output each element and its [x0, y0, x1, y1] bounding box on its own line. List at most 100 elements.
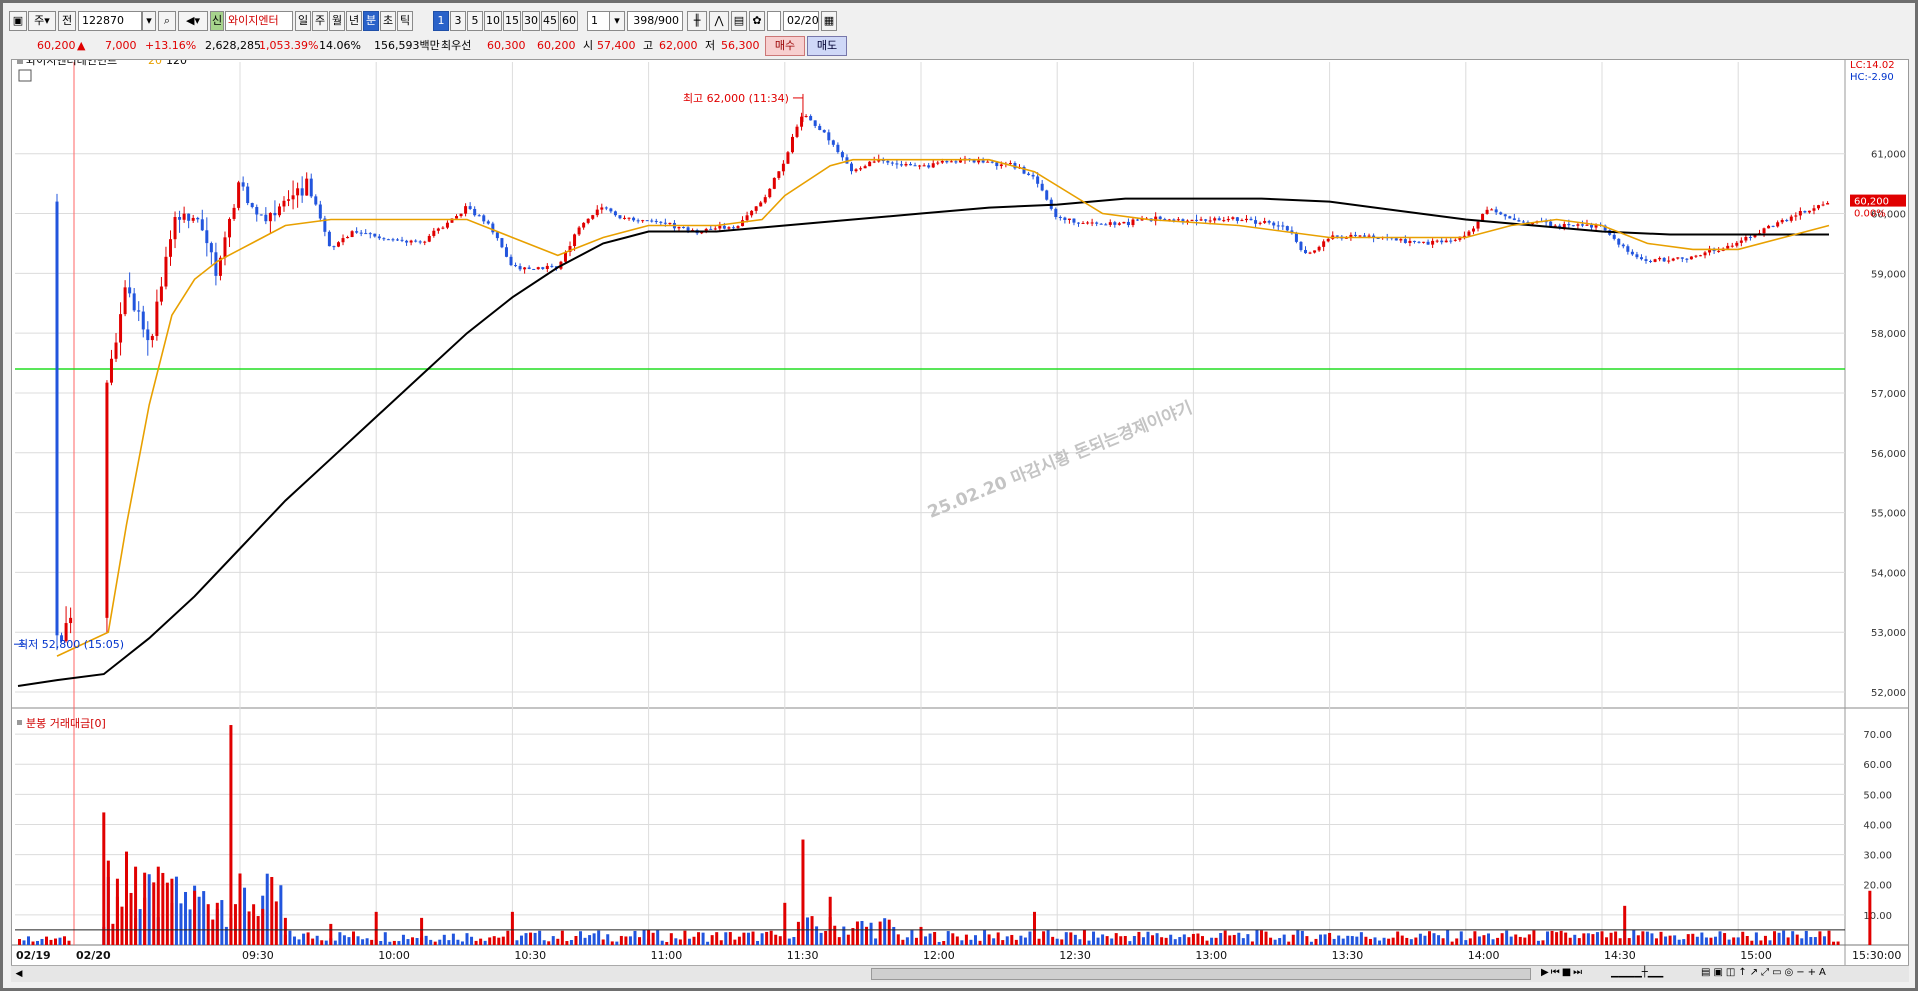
stock-code-dropdown-icon[interactable]: ▾ — [142, 11, 156, 31]
chart-canvas[interactable]: 61,00060,00059,00058,00057,00056,00055,0… — [12, 54, 1908, 979]
volume-bar — [1605, 937, 1609, 945]
market-select[interactable]: 주▾ — [28, 11, 56, 31]
candle-body — [1730, 245, 1734, 247]
period-tab[interactable]: 초 — [380, 11, 396, 31]
volume-bar — [1614, 931, 1618, 945]
volume-bar — [397, 941, 401, 945]
volume-bar — [1319, 934, 1323, 945]
candle-body — [1131, 219, 1135, 226]
volume-bar — [233, 904, 237, 945]
volume-bar — [447, 940, 451, 945]
volume-bar-key — [510, 911, 514, 945]
volume-bar — [1382, 937, 1386, 945]
prev-button[interactable]: 전 — [58, 11, 76, 31]
candle-body — [1658, 257, 1662, 260]
interval-button[interactable]: 15 — [503, 11, 521, 31]
candle-body — [591, 215, 595, 219]
candle-body — [777, 171, 781, 178]
candle-body — [1176, 219, 1180, 221]
search-icon[interactable]: ⌕ — [158, 11, 176, 31]
lc-label: LC:14.02 — [1850, 60, 1895, 71]
scroll-thumb[interactable] — [871, 968, 1531, 980]
interval-button[interactable]: 1 — [433, 11, 449, 31]
volume-bar — [846, 934, 850, 945]
period-tab[interactable]: 분 — [363, 11, 379, 31]
candle-body — [300, 188, 304, 196]
period-tab[interactable]: 주 — [312, 11, 328, 31]
candle-body — [1172, 219, 1176, 221]
volume-bar — [1137, 931, 1141, 945]
time-tick-label: 11:30 — [787, 949, 819, 962]
volume-bar — [256, 916, 260, 945]
candle-body — [1512, 218, 1516, 221]
candle-body — [1744, 236, 1748, 241]
interval-button[interactable]: 60 — [560, 11, 578, 31]
volume-bar — [1309, 941, 1313, 945]
stock-code-input[interactable]: 122870 — [78, 11, 142, 31]
volume-bar — [1141, 937, 1145, 945]
interval-button[interactable]: 5 — [467, 11, 483, 31]
playback-controls-icon[interactable]: ▶⏮■⏭ — [1541, 967, 1601, 981]
period-tab[interactable]: 틱 — [397, 11, 413, 31]
candle-body — [459, 213, 463, 217]
candle-body — [1394, 238, 1398, 241]
candle-body — [1471, 228, 1475, 232]
chart-area[interactable]: 61,000 60,000 59,000 58,000 57,000 56,000 55,0… — [11, 54, 1909, 980]
candle-body — [296, 188, 300, 196]
date-checkbox[interactable] — [767, 11, 781, 31]
candle-body — [109, 358, 113, 383]
chart-scrollbar[interactable]: ◀ ▶⏮■⏭ ▁▁▁▁┼▁▁ ▤▣◫↑↗⤢▭◎−+A — [11, 965, 1909, 982]
scroll-left-icon[interactable]: ◀ — [13, 968, 25, 980]
chart-tools-icon[interactable]: ▤▣◫↑↗⤢▭◎−+A — [1701, 967, 1901, 981]
time-slider-icon[interactable]: ▁▁▁▁┼▁▁ — [1611, 967, 1681, 981]
volume-bar — [470, 936, 474, 945]
candle-body — [936, 162, 940, 164]
period-tab[interactable]: 월 — [329, 11, 345, 31]
volume-bar — [1092, 931, 1096, 945]
best-quote-label: 최우선 — [441, 39, 472, 52]
volume-bar — [869, 922, 873, 945]
buy-button[interactable]: 매수 — [765, 36, 805, 56]
volume-bar — [438, 939, 442, 945]
candle-body — [582, 222, 586, 228]
candle-body — [105, 382, 109, 618]
interval-button[interactable]: 30 — [522, 11, 540, 31]
interval-button[interactable]: 3 — [450, 11, 466, 31]
line-chart-icon[interactable]: ⋀ — [709, 11, 729, 31]
volume-bar — [1346, 935, 1350, 945]
volume-bar-key — [420, 917, 424, 945]
sound-icon[interactable]: ◀▾ — [178, 11, 208, 31]
volume-bar — [583, 937, 587, 945]
period-tab[interactable]: 일 — [295, 11, 311, 31]
sell-button[interactable]: 매도 — [807, 36, 847, 56]
calendar-icon[interactable]: ▦ — [821, 11, 837, 31]
candle-body — [273, 212, 277, 216]
interval-dropdown-icon[interactable]: ▾ — [609, 11, 625, 31]
candle-type-icon[interactable]: ╫ — [687, 11, 707, 31]
save-icon[interactable]: ▤ — [731, 11, 747, 31]
candle-body — [1244, 218, 1248, 221]
volume-bar — [479, 938, 483, 945]
volume-bar — [165, 882, 169, 945]
period-tab[interactable]: 년 — [346, 11, 362, 31]
candle-body — [414, 240, 418, 242]
volume-bar — [1350, 936, 1354, 945]
gear-icon[interactable]: ✿ — [749, 11, 765, 31]
volume-bar — [774, 934, 778, 945]
candle-body — [427, 235, 431, 242]
window-menu-icon[interactable]: ▣ — [9, 11, 27, 31]
price-tick-label: 54,000 — [1871, 568, 1906, 579]
date-input[interactable]: 02/20 — [783, 11, 819, 31]
price-panel-bg — [15, 62, 1845, 702]
interval-button[interactable]: 45 — [541, 11, 559, 31]
interval-button[interactable]: 10 — [484, 11, 502, 31]
volume-bar — [342, 935, 346, 945]
candle-body — [355, 231, 359, 233]
volume-bar-key — [115, 878, 119, 945]
stock-name-field[interactable]: 와이지엔터 — [225, 11, 293, 31]
volume-bar — [1727, 939, 1731, 945]
volume-bar — [815, 926, 819, 945]
candle-body — [804, 116, 808, 118]
volume-bar — [1514, 934, 1518, 945]
candle-body — [500, 238, 504, 248]
